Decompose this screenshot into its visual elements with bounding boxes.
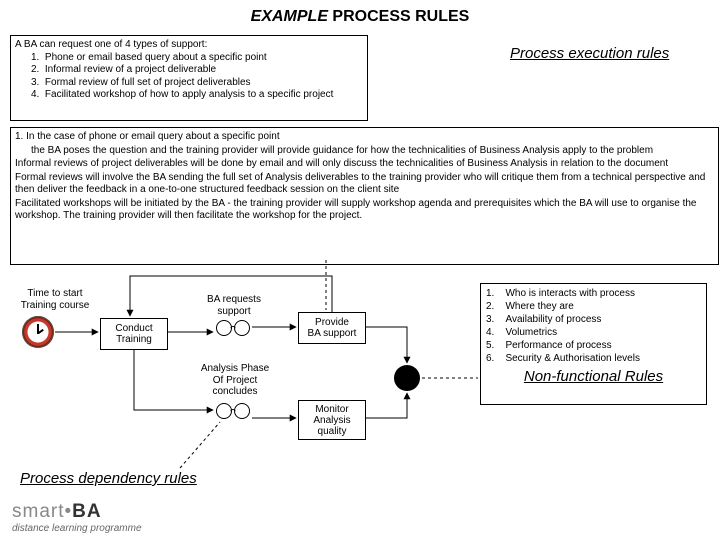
analysis-concludes-label: Analysis PhaseOf Projectconcludes — [193, 363, 277, 398]
task-provide-support: ProvideBA support — [298, 312, 366, 344]
rule-1-body: the BA poses the question and the traini… — [15, 145, 714, 158]
process-dependency-rules-heading: Process dependency rules — [20, 470, 197, 487]
task-conduct-training: ConductTraining — [100, 318, 168, 350]
end-event-icon — [394, 365, 420, 391]
nf-item-2: Where they are — [505, 301, 573, 312]
support-types-box: A BA can request one of 4 types of suppo… — [10, 35, 368, 121]
support-type-2: Informal review of a project deliverable — [45, 64, 216, 75]
rule-4: Facilitated workshops will be initiated … — [15, 198, 714, 223]
non-functional-heading: Non-functional Rules — [486, 367, 701, 387]
non-functional-box: 1. Who is interacts with process 2. Wher… — [480, 283, 707, 405]
slide-title: EXAMPLE PROCESS RULES — [0, 0, 720, 26]
nf-item-5: Performance of process — [505, 340, 611, 351]
start-event-label: Time to startTraining course — [12, 288, 98, 311]
rule-2: Informal reviews of project deliverables… — [15, 158, 714, 171]
rules-detail-box: 1. In the case of phone or email query a… — [10, 127, 719, 265]
title-emphasis: EXAMPLE — [251, 8, 328, 25]
nf-item-3: Availability of process — [505, 314, 601, 325]
support-type-4: Facilitated workshop of how to apply ana… — [45, 89, 333, 100]
rule-1-head: 1. In the case of phone or email query a… — [15, 131, 714, 144]
smartba-logo: smart•BA distance learning programme — [12, 501, 142, 534]
clock-icon — [22, 316, 54, 348]
ba-requests-label: BA requestssupport — [198, 294, 270, 317]
rule-3: Formal reviews will involve the BA sendi… — [15, 172, 714, 197]
support-type-1: Phone or email based query about a speci… — [45, 52, 267, 63]
task-monitor-quality: MonitorAnalysisquality — [298, 400, 366, 440]
logo-tagline: distance learning programme — [12, 523, 142, 534]
intermediate-event-icon-2 — [216, 403, 250, 419]
nf-item-6: Security & Authorisation levels — [505, 353, 640, 364]
support-type-3: Formal review of full set of project del… — [45, 77, 251, 88]
intermediate-event-icon — [216, 320, 250, 336]
title-rest: PROCESS RULES — [328, 8, 469, 25]
support-types-intro: A BA can request one of 4 types of suppo… — [15, 39, 363, 52]
nf-item-1: Who is interacts with process — [505, 288, 635, 299]
nf-item-4: Volumetrics — [505, 327, 557, 338]
process-execution-rules-heading: Process execution rules — [510, 45, 669, 62]
